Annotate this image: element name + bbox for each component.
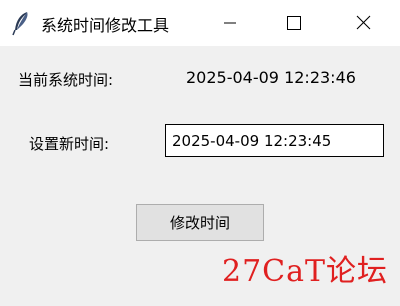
new-time-label: 设置新时间: [29,135,110,153]
close-icon [356,15,371,30]
new-time-input[interactable] [165,124,384,157]
minimize-button[interactable] [207,0,253,46]
app-window: 系统时间修改工具 当前系统时间: 2025-04-09 12:23:46 设置新… [0,0,400,306]
current-time-label: 当前系统时间: [18,71,114,89]
maximize-icon [287,16,301,30]
title-bar[interactable]: 系统时间修改工具 [0,0,400,46]
current-time-value: 2025-04-09 12:23:46 [186,68,356,87]
window-title: 系统时间修改工具 [41,16,170,35]
modify-time-button[interactable]: 修改时间 [136,204,264,241]
close-button[interactable] [340,0,386,46]
maximize-button[interactable] [270,0,316,46]
minimize-icon [224,22,236,24]
feather-icon [10,10,32,36]
watermark-text: 27CaT论坛 [222,254,389,289]
